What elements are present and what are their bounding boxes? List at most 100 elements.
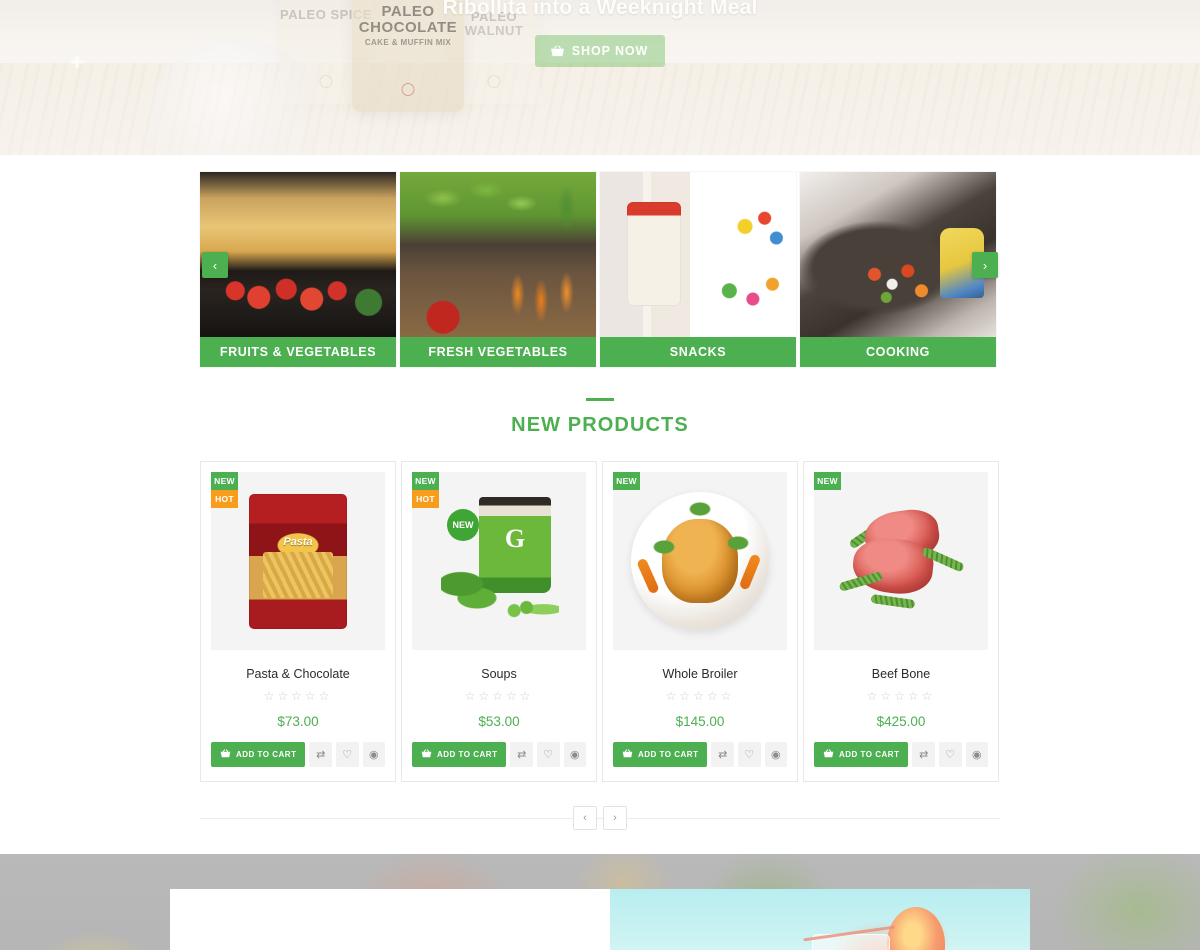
product-card-beef-bone[interactable]: NEW Beef Bone ☆☆☆☆☆ $425.00 ADD TO CART … — [803, 461, 999, 782]
category-row: FRUITS & VEGETABLES FRESH VEGETABLES SNA… — [200, 172, 1000, 367]
rating-stars[interactable]: ☆☆☆☆☆ — [211, 689, 385, 703]
compare-icon: ⇄ — [718, 749, 728, 761]
product-card-whole-broiler[interactable]: NEW Whole Broiler ☆☆☆☆☆ $145.00 ADD TO C… — [602, 461, 798, 782]
eye-icon: ◉ — [368, 749, 379, 761]
category-card-fruits-vegetables[interactable]: FRUITS & VEGETABLES — [200, 172, 396, 367]
product-grid: NEW HOT Pasta Pasta & Chocolate ☆☆☆☆☆ $7… — [200, 461, 1000, 782]
category-label: COOKING — [800, 337, 996, 367]
category-card-cooking[interactable]: COOKING — [800, 172, 996, 367]
category-next-button[interactable]: › — [972, 252, 998, 278]
add-to-cart-label: ADD TO CART — [839, 750, 900, 759]
rating-stars[interactable]: ☆☆☆☆☆ — [814, 689, 988, 703]
category-section: ‹ FRUITS & VEGETABLES FRESH VEGETABLES S… — [0, 155, 1200, 367]
chevron-right-icon: › — [982, 257, 988, 273]
grapefruit-slice-art — [887, 906, 946, 950]
quick-view-button[interactable]: ◉ — [362, 742, 386, 767]
pasta-pack-art: Pasta — [249, 493, 347, 629]
heart-icon: ♡ — [543, 749, 554, 761]
category-image — [200, 172, 396, 337]
carousel-prev-button[interactable]: ‹ — [573, 806, 597, 830]
wishlist-button[interactable]: ♡ — [737, 742, 761, 767]
product-image[interactable] — [613, 472, 787, 650]
promo-white-panel — [170, 889, 610, 950]
category-label: FRUITS & VEGETABLES — [200, 337, 396, 367]
add-to-cart-button[interactable]: ADD TO CART — [613, 742, 708, 767]
product-badges: NEW — [613, 472, 640, 490]
badge-new: NEW — [412, 472, 439, 490]
category-label: SNACKS — [600, 337, 796, 367]
compare-button[interactable]: ⇄ — [711, 742, 734, 767]
quick-view-button[interactable]: ◉ — [965, 742, 989, 767]
add-to-cart-label: ADD TO CART — [638, 750, 699, 759]
category-label: FRESH VEGETABLES — [400, 337, 596, 367]
promo-drink-image — [610, 889, 1030, 950]
product-name[interactable]: Beef Bone — [814, 667, 988, 681]
category-carousel: ‹ FRUITS & VEGETABLES FRESH VEGETABLES S… — [200, 172, 1000, 367]
eye-icon: ◉ — [770, 749, 781, 761]
product-card-soups[interactable]: NEW HOT G NEW Soups ☆☆☆☆☆ $53.00 ADD TO … — [401, 461, 597, 782]
beef-art — [837, 505, 965, 617]
wishlist-button[interactable]: ♡ — [938, 742, 962, 767]
chevron-left-icon: ‹ — [583, 812, 587, 824]
chevron-left-icon: ‹ — [212, 257, 218, 273]
rating-stars[interactable]: ☆☆☆☆☆ — [412, 689, 586, 703]
eye-icon: ◉ — [569, 749, 580, 761]
shop-now-button[interactable]: SHOP NOW — [534, 35, 666, 67]
product-name[interactable]: Soups — [412, 667, 586, 681]
add-to-cart-label: ADD TO CART — [437, 750, 498, 759]
basket-icon — [550, 45, 565, 57]
spinach-leaf-art — [441, 565, 499, 615]
product-price: $145.00 — [675, 714, 725, 729]
wishlist-button[interactable]: ♡ — [536, 742, 560, 767]
add-to-cart-button[interactable]: ADD TO CART — [211, 742, 306, 767]
pack-new-badge: NEW — [447, 509, 479, 541]
chevron-right-icon: › — [613, 812, 617, 824]
badge-new: NEW — [211, 472, 238, 490]
compare-icon: ⇄ — [316, 749, 326, 761]
hero-banner: PALEO SPICE PALEO CHOCOLATE CAKE & MUFFI… — [0, 0, 1200, 155]
compare-button[interactable]: ⇄ — [510, 742, 533, 767]
shop-now-label: SHOP NOW — [571, 44, 649, 58]
product-name[interactable]: Pasta & Chocolate — [211, 667, 385, 681]
product-image[interactable] — [814, 472, 988, 650]
category-image — [800, 172, 996, 337]
quick-view-button[interactable]: ◉ — [563, 742, 587, 767]
section-divider — [586, 398, 614, 401]
product-actions: ADD TO CART ⇄ ♡ ◉ — [211, 742, 386, 767]
product-card-pasta-chocolate[interactable]: NEW HOT Pasta Pasta & Chocolate ☆☆☆☆☆ $7… — [200, 461, 396, 782]
carousel-next-button[interactable]: › — [603, 806, 627, 830]
soup-brand-letter: G — [504, 524, 526, 554]
herb-art — [653, 540, 675, 554]
category-card-snacks[interactable]: SNACKS — [600, 172, 796, 367]
herb-art — [689, 502, 711, 516]
product-badges: NEW — [814, 472, 841, 490]
basket-icon — [823, 749, 834, 760]
bottom-promo-section — [0, 854, 1200, 950]
product-price: $53.00 — [478, 714, 520, 729]
basket-icon — [220, 749, 231, 760]
chicken-art — [662, 519, 738, 603]
category-image — [400, 172, 596, 337]
new-products-title: NEW PRODUCTS — [511, 414, 689, 436]
add-to-cart-label: ADD TO CART — [236, 750, 297, 759]
product-name[interactable]: Whole Broiler — [613, 667, 787, 681]
soup-tub-art: G NEW — [439, 491, 559, 631]
compare-icon: ⇄ — [919, 749, 929, 761]
product-badges: NEW HOT — [211, 472, 238, 508]
compare-button[interactable]: ⇄ — [912, 742, 935, 767]
rosemary-art — [870, 593, 916, 610]
herb-art — [727, 536, 749, 550]
rating-stars[interactable]: ☆☆☆☆☆ — [613, 689, 787, 703]
product-carousel-pager: ‹ › — [200, 806, 1000, 830]
category-card-fresh-vegetables[interactable]: FRESH VEGETABLES — [400, 172, 596, 367]
wishlist-button[interactable]: ♡ — [335, 742, 359, 767]
roast-chicken-art — [631, 492, 769, 630]
add-to-cart-button[interactable]: ADD TO CART — [412, 742, 507, 767]
basket-icon — [421, 749, 432, 760]
heart-icon: ♡ — [945, 749, 956, 761]
compare-button[interactable]: ⇄ — [309, 742, 332, 767]
product-price: $425.00 — [876, 714, 926, 729]
quick-view-button[interactable]: ◉ — [764, 742, 788, 767]
add-to-cart-button[interactable]: ADD TO CART — [814, 742, 909, 767]
category-prev-button[interactable]: ‹ — [202, 252, 228, 278]
